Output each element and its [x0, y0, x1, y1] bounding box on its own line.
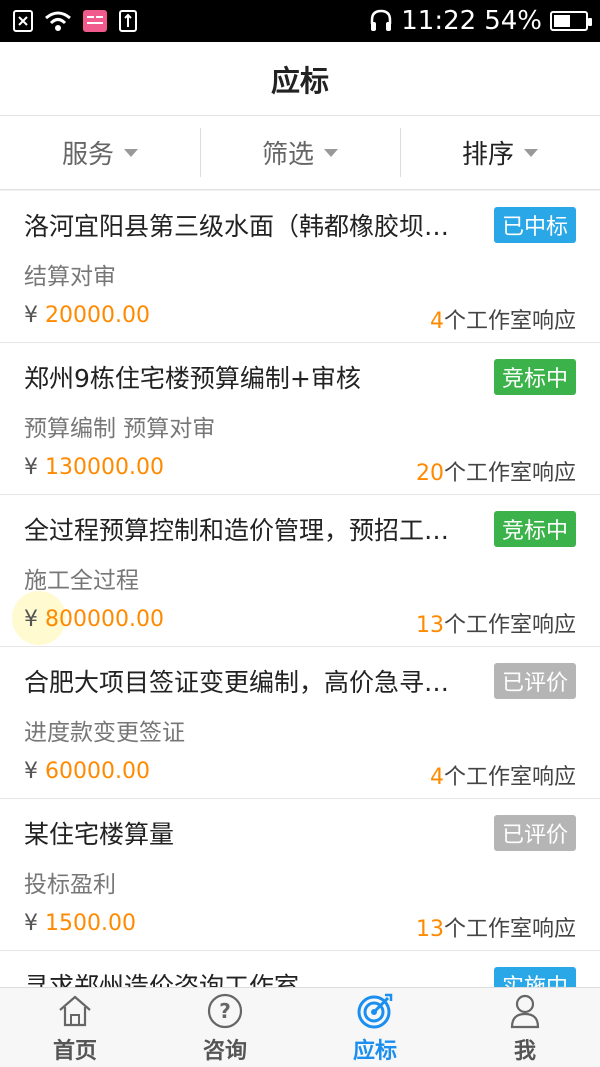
filter-screen-label: 筛选	[261, 140, 314, 170]
filter-service[interactable]: 服务	[0, 116, 200, 189]
currency-symbol: ¥	[24, 607, 38, 632]
status-icons-left	[12, 9, 138, 33]
battery-icon	[550, 11, 592, 31]
bid-price: ¥ 800000.00	[24, 607, 164, 639]
bid-card[interactable]: 寻求郑州造价咨询工作室 实施中	[0, 951, 600, 987]
caret-down-icon	[324, 148, 338, 157]
filter-service-label: 服务	[61, 140, 114, 170]
status-icons-right: 11:22 54%	[369, 6, 592, 36]
header: 应标	[0, 42, 600, 116]
usb-icon	[118, 9, 138, 33]
price-amount: 130000.00	[45, 455, 164, 480]
status-badge: 已中标	[493, 207, 576, 243]
tab-bid-label: 应标	[352, 1038, 397, 1064]
price-amount: 1500.00	[45, 911, 136, 936]
tab-consult[interactable]: ? 咨询	[150, 988, 300, 1067]
response-count: 20个工作室响应	[416, 455, 576, 487]
response-number: 13	[415, 613, 444, 638]
currency-symbol: ¥	[24, 911, 38, 936]
status-bar: 11:22 54%	[0, 0, 600, 42]
filter-sort[interactable]: 排序	[400, 116, 600, 189]
bid-price: ¥ 20000.00	[24, 303, 150, 335]
close-box-icon	[12, 9, 34, 33]
caret-down-icon	[124, 148, 138, 157]
bid-card[interactable]: 合肥大项目签证变更编制，高价急寻… 已评价 进度款变更签证 ¥ 60000.00…	[0, 647, 600, 799]
notification-app-icon	[82, 9, 108, 33]
response-suffix: 个工作室响应	[443, 309, 576, 334]
person-icon	[510, 994, 540, 1028]
bid-service-type: 施工全过程	[24, 568, 139, 594]
price-amount: 800000.00	[45, 607, 164, 632]
bid-title: 某住宅楼算量	[24, 820, 175, 849]
bid-title: 全过程预算控制和造价管理，预招工…	[24, 516, 450, 545]
price-amount: 20000.00	[45, 303, 150, 328]
battery-percent: 54%	[484, 6, 542, 36]
wifi-icon	[44, 10, 72, 32]
tab-bid[interactable]: 应标	[300, 988, 450, 1067]
filter-bar: 服务 筛选 排序	[0, 116, 600, 190]
response-number: 13	[415, 917, 444, 942]
currency-symbol: ¥	[24, 455, 38, 480]
bid-card[interactable]: 全过程预算控制和造价管理，预招工… 竞标中 施工全过程 ¥ 800000.00 …	[0, 495, 600, 647]
response-count: 13个工作室响应	[416, 607, 576, 639]
page-title: 应标	[270, 63, 329, 98]
status-time: 11:22	[401, 6, 477, 36]
question-icon: ?	[207, 993, 243, 1028]
bid-service-type: 结算对审	[24, 264, 116, 290]
response-number: 4	[429, 309, 444, 334]
bid-service-type: 投标盈利	[24, 872, 116, 898]
filter-screen[interactable]: 筛选	[200, 116, 400, 189]
status-badge: 实施中	[493, 967, 576, 987]
bid-price: ¥ 130000.00	[24, 455, 164, 487]
bid-service-type: 进度款变更签证	[24, 720, 185, 746]
bid-card[interactable]: 洛河宜阳县第三级水面（韩都橡胶坝… 已中标 结算对审 ¥ 20000.00 4个…	[0, 191, 600, 343]
svg-text:?: ?	[219, 999, 231, 1023]
filter-sort-label: 排序	[461, 140, 514, 170]
response-number: 20	[415, 461, 444, 486]
bottom-tab-bar: 首页 ? 咨询 应标 我	[0, 987, 600, 1067]
bid-service-type: 预算编制 预算对审	[24, 416, 216, 442]
bid-title: 寻求郑州造价咨询工作室	[24, 972, 300, 987]
bid-title: 洛河宜阳县第三级水面（韩都橡胶坝…	[24, 212, 450, 241]
target-icon	[357, 993, 393, 1028]
bid-list: 洛河宜阳县第三级水面（韩都橡胶坝… 已中标 结算对审 ¥ 20000.00 4个…	[0, 191, 600, 987]
status-badge: 已评价	[493, 815, 576, 851]
bid-title: 郑州9栋住宅楼预算编制+审核	[24, 364, 361, 393]
response-count: 4个工作室响应	[430, 759, 576, 791]
status-badge: 竞标中	[493, 359, 576, 395]
status-badge: 竞标中	[493, 511, 576, 547]
tab-home[interactable]: 首页	[0, 988, 150, 1067]
bid-title: 合肥大项目签证变更编制，高价急寻…	[24, 668, 450, 697]
tab-me[interactable]: 我	[450, 988, 600, 1067]
currency-symbol: ¥	[24, 759, 38, 784]
tab-home-label: 首页	[52, 1038, 97, 1064]
bid-card[interactable]: 某住宅楼算量 已评价 投标盈利 ¥ 1500.00 13个工作室响应	[0, 799, 600, 951]
price-amount: 60000.00	[45, 759, 150, 784]
response-count: 4个工作室响应	[430, 303, 576, 335]
response-suffix: 个工作室响应	[443, 765, 576, 790]
bid-price: ¥ 60000.00	[24, 759, 150, 791]
status-badge: 已评价	[493, 663, 576, 699]
response-suffix: 个工作室响应	[443, 461, 576, 486]
bid-card[interactable]: 郑州9栋住宅楼预算编制+审核 竞标中 预算编制 预算对审 ¥ 130000.00…	[0, 343, 600, 495]
tab-me-label: 我	[513, 1038, 536, 1064]
currency-symbol: ¥	[24, 303, 38, 328]
bid-price: ¥ 1500.00	[24, 911, 136, 943]
response-suffix: 个工作室响应	[443, 917, 576, 942]
tab-consult-label: 咨询	[202, 1038, 247, 1064]
caret-down-icon	[524, 148, 538, 157]
response-count: 13个工作室响应	[416, 911, 576, 943]
home-icon	[59, 995, 91, 1026]
headphones-icon	[369, 8, 393, 34]
response-number: 4	[429, 765, 444, 790]
response-suffix: 个工作室响应	[443, 613, 576, 638]
